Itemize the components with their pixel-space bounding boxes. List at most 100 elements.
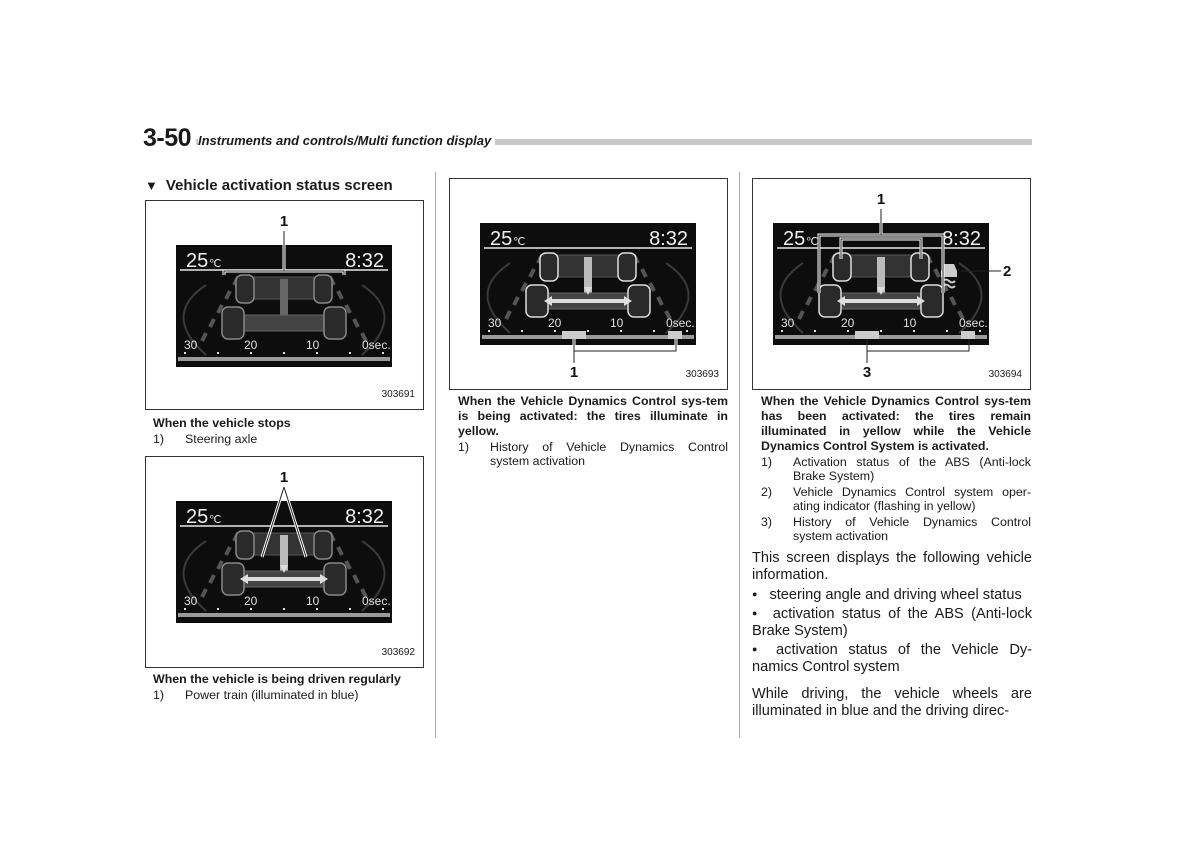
item-text: Activation status of the ABS (Anti-lock … bbox=[793, 455, 1031, 483]
figure-303693: 25 ℃ 8:32 30 20 10 0sec. 1 303693 bbox=[449, 178, 728, 390]
clock-readout: 8:32 bbox=[345, 506, 384, 528]
clock-readout: 8:32 bbox=[345, 250, 384, 272]
bullet-text: steering angle and driving wheel status bbox=[769, 587, 1022, 603]
timeline-tick bbox=[316, 352, 318, 354]
timeline-label: 30 bbox=[488, 316, 502, 330]
timeline-tick bbox=[781, 330, 783, 332]
page-number: 3-50 bbox=[143, 124, 192, 152]
item-number: 1) bbox=[761, 455, 773, 469]
timeline-tick bbox=[217, 352, 219, 354]
callout-number: 3 bbox=[863, 364, 871, 381]
item-text: Vehicle Dynamics Control system oper-ati… bbox=[793, 485, 1031, 513]
timeline-label: 10 bbox=[610, 316, 624, 330]
timeline-tick bbox=[316, 608, 318, 610]
timeline-tick bbox=[554, 330, 556, 332]
timeline-tick bbox=[283, 608, 285, 610]
figure-item: 3) History of Vehicle Dynamics Control sy… bbox=[761, 515, 1031, 543]
callout-number: 1 bbox=[280, 213, 288, 230]
figure-id: 303691 bbox=[381, 389, 415, 400]
temperature-readout: 25 bbox=[186, 506, 208, 528]
timeline-tick bbox=[382, 608, 384, 610]
timeline-tick bbox=[349, 352, 351, 354]
timeline-bar bbox=[775, 335, 987, 339]
timeline-label: 20 bbox=[548, 316, 562, 330]
figure-id: 303694 bbox=[988, 369, 1022, 380]
item-number: 2) bbox=[761, 485, 773, 499]
timeline-tick bbox=[349, 608, 351, 610]
tire-icon bbox=[617, 252, 637, 282]
item-number: 1) bbox=[153, 432, 165, 446]
vdc-history-mark bbox=[961, 331, 975, 339]
temperature-readout: 25 bbox=[186, 250, 208, 272]
display-illustration: 25 ℃ 8:32 30 20 10 0sec. 1 2 3 bbox=[773, 191, 1011, 381]
bullet-text: activation status of the Vehicle Dy-nami… bbox=[752, 642, 1033, 675]
timeline-label: 0sec. bbox=[959, 316, 988, 330]
body-closing: While driving, the vehicle wheels are il… bbox=[752, 686, 1032, 719]
item-text: History of Vehicle Dynamics Control syst… bbox=[490, 440, 728, 468]
temperature-readout: 25 bbox=[783, 228, 805, 250]
timeline-label: 30 bbox=[781, 316, 795, 330]
timeline-tick bbox=[814, 330, 816, 332]
column-divider bbox=[739, 172, 740, 738]
temperature-unit: ℃ bbox=[209, 514, 221, 526]
item-number: 1) bbox=[458, 440, 470, 454]
timeline-tick bbox=[488, 330, 490, 332]
figure-303691: 25 ℃ 8:32 30 20 10 0sec. 1 303691 bbox=[145, 200, 424, 410]
bullet-item: ● activation status of the Vehicle Dy-nam… bbox=[752, 641, 1032, 676]
display-illustration: 25 ℃ 8:32 30 20 10 0sec. 1 bbox=[176, 469, 392, 623]
figure-item: 1) Power train (illuminated in blue) bbox=[153, 688, 433, 702]
tire-icon bbox=[323, 306, 347, 340]
timeline-tick bbox=[184, 352, 186, 354]
bullet-item: ● activation status of the ABS (Anti-lock… bbox=[752, 605, 1032, 640]
timeline-label: 0sec. bbox=[362, 338, 391, 352]
timeline-label: 10 bbox=[903, 316, 917, 330]
tire-icon bbox=[221, 306, 245, 340]
timeline-bar bbox=[178, 613, 390, 617]
timeline-tick bbox=[217, 608, 219, 610]
column-divider bbox=[435, 172, 436, 738]
figure-item-list: 1) Power train (illuminated in blue) bbox=[153, 688, 433, 702]
timeline-tick bbox=[946, 330, 948, 332]
figure-item: 1) History of Vehicle Dynamics Control sy… bbox=[458, 440, 728, 468]
clock-readout: 8:32 bbox=[942, 228, 981, 250]
triangle-marker-icon: ▼ bbox=[145, 178, 158, 193]
temperature-unit: ℃ bbox=[513, 236, 525, 248]
figure-id: 303693 bbox=[685, 369, 719, 380]
timeline-tick bbox=[521, 330, 523, 332]
section-title-text: Vehicle activation status screen bbox=[165, 177, 393, 194]
timeline-label: 20 bbox=[244, 338, 258, 352]
figure-303692: 25 ℃ 8:32 30 20 10 0sec. 1 303692 bbox=[145, 456, 424, 668]
timeline-tick bbox=[880, 330, 882, 332]
figure-item-list: 1) Activation status of the ABS (Anti-loc… bbox=[761, 455, 1031, 543]
timeline-bar bbox=[178, 357, 390, 361]
figure-item-list: 1) History of Vehicle Dynamics Control sy… bbox=[458, 440, 728, 468]
figure-caption: When the vehicle stops bbox=[153, 416, 291, 430]
temperature-unit: ℃ bbox=[209, 258, 221, 270]
timeline-label: 10 bbox=[306, 338, 320, 352]
temperature-unit: ℃ bbox=[806, 236, 818, 248]
timeline-tick bbox=[382, 352, 384, 354]
figure-303694: 25 ℃ 8:32 30 20 10 0sec. 1 2 3 303694 bbox=[752, 178, 1031, 390]
callout-number: 1 bbox=[570, 364, 578, 381]
timeline-tick bbox=[587, 330, 589, 332]
timeline-tick bbox=[686, 330, 688, 332]
tire-icon bbox=[313, 274, 333, 304]
item-text: Steering axle bbox=[185, 432, 258, 446]
figure-item: 1) Activation status of the ABS (Anti-loc… bbox=[761, 455, 1031, 483]
item-number: 3) bbox=[761, 515, 773, 529]
body-intro: This screen displays the following vehic… bbox=[752, 550, 1032, 583]
timeline-tick bbox=[250, 352, 252, 354]
figure-item-list: 1) Steering axle bbox=[153, 432, 433, 446]
timeline-label: 30 bbox=[184, 594, 198, 608]
bullet-item: ● steering angle and driving wheel status bbox=[752, 586, 1032, 604]
timeline-tick bbox=[620, 330, 622, 332]
timeline-tick bbox=[184, 608, 186, 610]
bullet-icon: ● bbox=[752, 608, 761, 618]
tire-icon bbox=[539, 252, 559, 282]
clock-readout: 8:32 bbox=[649, 228, 688, 250]
item-text: History of Vehicle Dynamics Control syst… bbox=[793, 515, 1031, 543]
callout-number: 1 bbox=[877, 191, 885, 208]
temperature-readout: 25 bbox=[490, 228, 512, 250]
page-header-title: Instruments and controls/Multi function … bbox=[198, 133, 496, 148]
bullet-text: activation status of the ABS (Anti-lock … bbox=[752, 606, 1032, 639]
